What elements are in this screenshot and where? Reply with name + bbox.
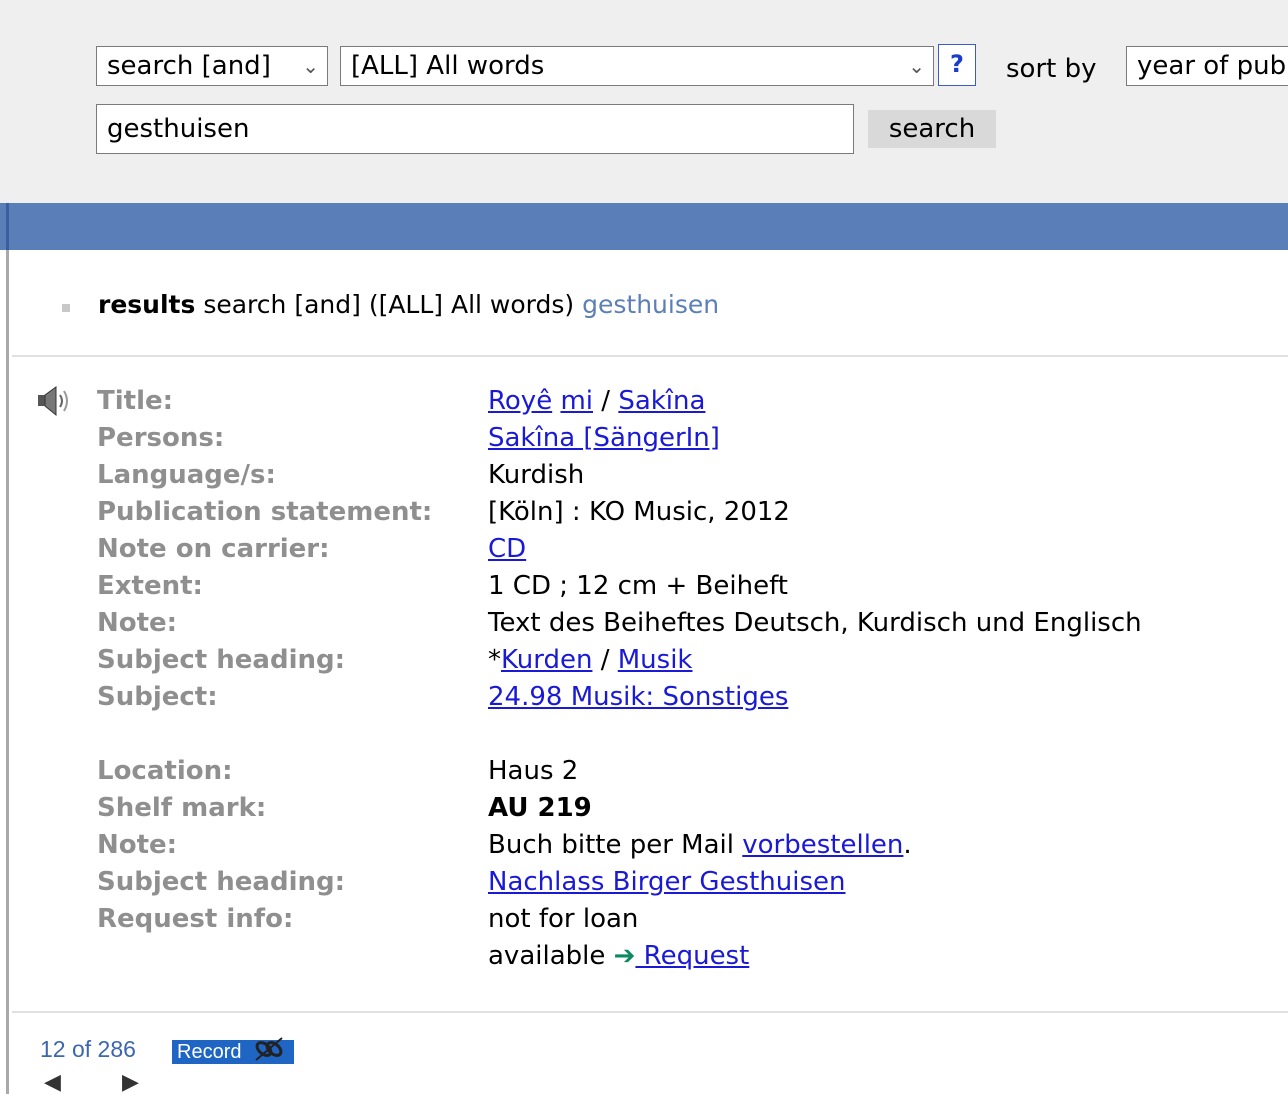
location-label: Location: (97, 756, 233, 786)
publication-value: [Köln] : KO Music, 2012 (488, 497, 790, 527)
request-link[interactable]: Request (635, 941, 750, 971)
carrier-link[interactable]: CD (488, 534, 526, 564)
persons-link[interactable]: Sakîna [SängerIn] (488, 423, 720, 453)
chevron-down-icon: ⌄ (302, 54, 319, 78)
chevron-down-icon: ⌄ (908, 54, 925, 78)
subject-value: 24.98 Musik: Sonstiges (488, 679, 788, 716)
help-button[interactable]: ? (938, 44, 976, 86)
results-mode: search [and] (203, 290, 361, 319)
results-label: results (98, 290, 196, 319)
left-border (6, 203, 9, 1094)
carrier-value: CD (488, 531, 526, 568)
record-position: 12 of 286 (40, 1036, 136, 1062)
header-bar (0, 203, 1288, 250)
note-label: Note: (97, 608, 178, 638)
language-label: Language/s: (97, 460, 276, 490)
title-link-sakina[interactable]: Sakîna (618, 386, 705, 416)
search-input[interactable]: gesthuisen (96, 104, 854, 154)
extent-value: 1 CD ; 12 cm + Beiheft (488, 571, 788, 601)
holding-note-text: Buch bitte per Mail (488, 830, 743, 860)
arrow-right-icon: ➔ (613, 941, 636, 971)
holding-subject-heading-label: Subject heading: (97, 867, 346, 897)
subject-label: Subject: (97, 682, 218, 712)
subject-heading-value: *Kurden / Musik (488, 642, 693, 679)
results-field: ([ALL] All words) (368, 290, 575, 319)
holding-note-label: Note: (97, 830, 178, 860)
sort-select-value: year of pub (1137, 51, 1287, 81)
holding-note-suffix: . (903, 830, 912, 860)
publication-label: Publication statement: (97, 497, 433, 527)
nachlass-link[interactable]: Nachlass Birger Gesthuisen (488, 867, 846, 897)
title-value: Royê mi / Sakîna (488, 383, 705, 420)
search-button[interactable]: search (868, 110, 996, 148)
title-separator: / (601, 386, 611, 416)
subject-heading-prefix: * (488, 645, 501, 675)
request-info-label: Request info: (97, 904, 294, 934)
sort-select[interactable]: year of pub (1126, 46, 1288, 86)
persons-value: Sakîna [SängerIn] (488, 420, 720, 457)
search-field-select[interactable]: [ALL] All words ⌄ (340, 46, 934, 86)
subject-heading-label: Subject heading: (97, 645, 346, 675)
results-summary: results search [and] ([ALL] All words) g… (98, 288, 719, 322)
previous-arrow-icon[interactable]: ◀ (44, 1070, 61, 1095)
title-link-roye[interactable]: Royê (488, 386, 552, 416)
location-value: Haus 2 (488, 756, 579, 786)
record-button-label: Record (177, 1041, 242, 1063)
sort-by-label: sort by (1006, 54, 1097, 84)
divider (12, 355, 1288, 357)
shelf-mark-value: AU 219 (488, 793, 592, 823)
results-query: gesthuisen (582, 290, 720, 319)
search-mode-value: search [and] (107, 51, 271, 81)
link-icon (255, 1037, 283, 1061)
left-border-accent (6, 203, 9, 250)
subject-heading-link-musik[interactable]: Musik (618, 645, 693, 675)
title-label: Title: (97, 386, 174, 416)
shelf-mark-label: Shelf mark: (97, 793, 267, 823)
request-status: not for loan (488, 904, 639, 934)
search-field-value: [ALL] All words (351, 51, 545, 81)
availability-text: available (488, 941, 606, 971)
persons-label: Persons: (97, 423, 225, 453)
bullet-icon (62, 304, 70, 312)
subject-link[interactable]: 24.98 Musik: Sonstiges (488, 682, 788, 712)
search-panel (0, 0, 1288, 203)
availability-row: available ➔ Request (488, 938, 749, 975)
holding-note-value: Buch bitte per Mail vorbestellen. (488, 827, 912, 864)
extent-label: Extent: (97, 571, 203, 601)
preorder-link[interactable]: vorbestellen (742, 830, 903, 860)
record-button[interactable]: Record (172, 1037, 294, 1064)
title-link-mi[interactable]: mi (560, 386, 593, 416)
search-mode-select[interactable]: search [and] ⌄ (96, 46, 328, 86)
holding-subject-heading-value: Nachlass Birger Gesthuisen (488, 864, 846, 901)
next-arrow-icon[interactable]: ▶ (122, 1070, 139, 1095)
speaker-icon[interactable] (36, 384, 72, 418)
language-value: Kurdish (488, 460, 585, 490)
note-value: Text des Beiheftes Deutsch, Kurdisch und… (488, 608, 1142, 638)
subject-heading-link-kurden[interactable]: Kurden (501, 645, 592, 675)
carrier-label: Note on carrier: (97, 534, 330, 564)
subject-heading-separator: / (600, 645, 610, 675)
divider (12, 1011, 1288, 1013)
